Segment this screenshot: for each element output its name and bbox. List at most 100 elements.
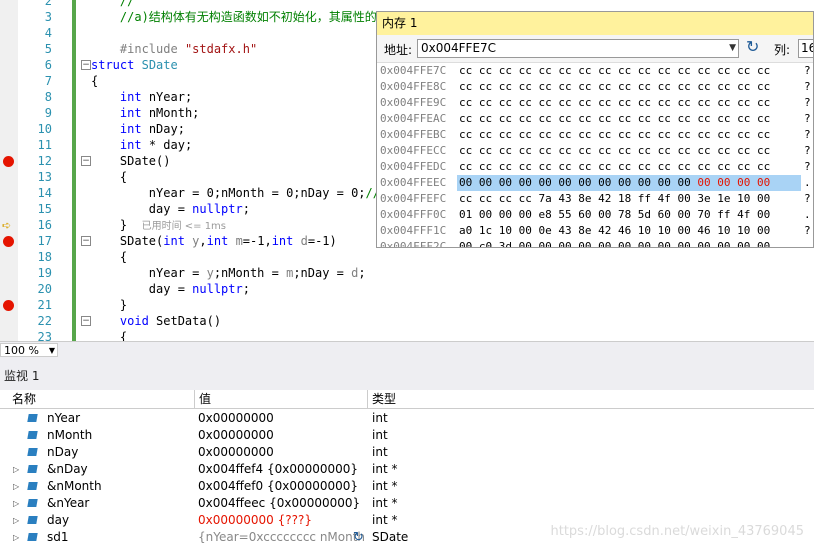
memory-row[interactable]: 0x004FFEEC 00 00 00 00 00 00 00 00 00 00 … <box>377 175 813 191</box>
memory-row[interactable]: 0x004FFE7C cc cc cc cc cc cc cc cc cc cc … <box>377 63 813 79</box>
code-text[interactable]: struct SDate <box>91 57 178 73</box>
watch-window: 监视 1 名称 值 类型 nYear 0x00000000 int nMonth 0x0… <box>0 357 814 549</box>
code-text[interactable]: { <box>91 169 127 185</box>
breakpoint-icon[interactable] <box>3 236 14 247</box>
memory-ascii: ? <box>804 80 811 93</box>
current-statement-arrow-icon[interactable]: ➪ <box>2 220 11 231</box>
expand-icon[interactable]: ▷ <box>13 478 19 495</box>
watch-name[interactable]: nMonth <box>47 427 92 444</box>
collapse-icon[interactable]: − <box>81 156 91 166</box>
memory-row[interactable]: 0x004FFF1C a0 1c 10 00 0e 43 8e 42 46 10 … <box>377 223 813 239</box>
memory-bytes[interactable]: cc cc cc cc cc cc cc cc cc cc cc cc cc c… <box>459 95 770 111</box>
code-line[interactable]: 20 day = nullptr; <box>0 281 814 297</box>
memory-bytes[interactable]: cc cc cc cc cc cc cc cc cc cc cc cc cc c… <box>459 63 770 79</box>
memory-bytes[interactable]: 01 00 00 00 e8 55 60 00 78 5d 60 00 70 f… <box>459 207 770 223</box>
watch-name[interactable]: &nYear <box>47 495 89 512</box>
code-text[interactable]: int * day; <box>91 137 192 153</box>
code-text[interactable]: { <box>91 73 98 89</box>
watch-value[interactable]: 0x00000000 {???} <box>198 512 366 529</box>
refresh-icon[interactable]: ↻ <box>353 529 364 546</box>
code-text[interactable]: } <box>91 297 127 313</box>
memory-bytes[interactable]: cc cc cc cc cc cc cc cc cc cc cc cc cc c… <box>459 159 770 175</box>
memory-row[interactable]: 0x004FFF2C 00 c0 3d 00 00 00 00 00 00 00 … <box>377 239 813 247</box>
code-text[interactable]: SDate() <box>91 153 171 169</box>
watch-value[interactable]: 0x00000000 <box>198 427 366 444</box>
refresh-icon[interactable]: ↻ <box>746 39 759 55</box>
code-text[interactable]: void SetData() <box>91 313 221 329</box>
memory-row[interactable]: 0x004FFEFC cc cc cc cc 7a 43 8e 42 18 ff … <box>377 191 813 207</box>
code-text[interactable]: int nMonth; <box>91 105 199 121</box>
collapse-icon[interactable]: − <box>81 236 91 246</box>
watch-name[interactable]: sd1 <box>47 529 69 546</box>
breakpoint-icon[interactable] <box>3 156 14 167</box>
watch-name[interactable]: nYear <box>47 410 80 427</box>
memory-bytes[interactable]: cc cc cc cc cc cc cc cc cc cc cc cc cc c… <box>459 111 770 127</box>
watch-row[interactable]: nMonth 0x00000000 int <box>0 427 814 444</box>
watch-row[interactable]: nYear 0x00000000 int <box>0 410 814 427</box>
line-number: 11 <box>37 138 52 152</box>
watch-name[interactable]: nDay <box>47 444 78 461</box>
collapse-icon[interactable]: − <box>81 60 91 70</box>
code-text[interactable]: // <box>91 0 134 9</box>
expand-icon[interactable]: ▷ <box>13 461 19 478</box>
chevron-down-icon[interactable]: ▼ <box>729 40 736 57</box>
watch-value[interactable]: 0x004ffeec {0x00000000} <box>198 495 366 512</box>
column-header-name[interactable]: 名称 <box>0 390 195 408</box>
breakpoint-icon[interactable] <box>3 300 14 311</box>
code-text[interactable]: nYear = 0;nMonth = 0;nDay = 0;// <box>91 185 380 201</box>
memory-window-title[interactable]: 内存 1 <box>377 12 813 35</box>
code-line[interactable]: 22 − void SetData() <box>0 313 814 329</box>
address-input[interactable]: 0x004FFE7C ▼ <box>417 39 739 58</box>
memory-row[interactable]: 0x004FFEDC cc cc cc cc cc cc cc cc cc cc … <box>377 159 813 175</box>
watch-name[interactable]: day <box>47 512 69 529</box>
watch-value[interactable]: 0x004ffef4 {0x00000000} <box>198 461 366 478</box>
columns-input[interactable]: 16 <box>798 39 813 58</box>
code-line[interactable]: 18 { <box>0 249 814 265</box>
code-line[interactable]: 23 { <box>0 329 814 341</box>
watch-name[interactable]: &nDay <box>47 461 88 478</box>
code-text[interactable]: SDate(int y,int m=-1,int d=-1) <box>91 233 337 249</box>
watch-row[interactable]: nDay 0x00000000 int <box>0 444 814 461</box>
code-text[interactable]: day = nullptr; <box>91 201 250 217</box>
memory-row[interactable]: 0x004FFECC cc cc cc cc cc cc cc cc cc cc … <box>377 143 813 159</box>
code-text[interactable]: int nYear; <box>91 89 192 105</box>
collapse-icon[interactable]: − <box>81 316 91 326</box>
memory-bytes[interactable]: 00 00 00 00 00 00 00 00 00 00 00 00 00 0… <box>459 175 770 191</box>
memory-bytes[interactable]: a0 1c 10 00 0e 43 8e 42 46 10 10 00 46 1… <box>459 223 770 239</box>
watch-name[interactable]: &nMonth <box>47 478 102 495</box>
memory-row[interactable]: 0x004FFEAC cc cc cc cc cc cc cc cc cc cc … <box>377 111 813 127</box>
watch-value[interactable]: 0x00000000 <box>198 444 366 461</box>
code-text[interactable]: day = nullptr; <box>91 281 250 297</box>
column-header-type[interactable]: 类型 <box>368 390 814 408</box>
column-header-value[interactable]: 值 <box>195 390 368 408</box>
memory-row[interactable]: 0x004FFE8C cc cc cc cc cc cc cc cc cc cc … <box>377 79 813 95</box>
code-text[interactable]: int nDay; <box>91 121 185 137</box>
code-text[interactable]: nYear = y;nMonth = m;nDay = d; <box>91 265 366 281</box>
zoom-dropdown[interactable]: 100 % ▼ <box>0 343 58 357</box>
code-line[interactable]: 21 } <box>0 297 814 313</box>
code-text[interactable]: #include "stdafx.h" <box>91 41 257 57</box>
watch-value[interactable]: 0x004ffef0 {0x00000000} <box>198 478 366 495</box>
watch-value[interactable]: 0x00000000 <box>198 410 366 427</box>
watch-row[interactable]: ▷ &nMonth 0x004ffef0 {0x00000000} int * <box>0 478 814 495</box>
watch-value[interactable]: {nYear=0xcccccccc nMonth= <box>198 529 366 546</box>
chevron-down-icon: ▼ <box>48 346 55 355</box>
memory-row[interactable]: 0x004FFEBC cc cc cc cc cc cc cc cc cc cc … <box>377 127 813 143</box>
watch-row[interactable]: ▷ &nYear 0x004ffeec {0x00000000} int * <box>0 495 814 512</box>
expand-icon[interactable]: ▷ <box>13 512 19 529</box>
memory-row[interactable]: 0x004FFF0C 01 00 00 00 e8 55 60 00 78 5d … <box>377 207 813 223</box>
watch-row[interactable]: ▷ &nDay 0x004ffef4 {0x00000000} int * <box>0 461 814 478</box>
memory-bytes[interactable]: cc cc cc cc cc cc cc cc cc cc cc cc cc c… <box>459 143 770 159</box>
code-text[interactable]: { <box>91 329 127 341</box>
memory-bytes[interactable]: 00 c0 3d 00 00 00 00 00 00 00 00 00 00 0… <box>459 239 770 247</box>
code-line[interactable]: 2 // <box>0 0 814 9</box>
expand-icon[interactable]: ▷ <box>13 495 19 512</box>
code-line[interactable]: 19 nYear = y;nMonth = m;nDay = d; <box>0 265 814 281</box>
expand-icon[interactable]: ▷ <box>13 529 19 546</box>
memory-row[interactable]: 0x004FFE9C cc cc cc cc cc cc cc cc cc cc … <box>377 95 813 111</box>
memory-bytes[interactable]: cc cc cc cc cc cc cc cc cc cc cc cc cc c… <box>459 79 770 95</box>
code-text[interactable]: //a)结构体有无构造函数如不初始化，其属性的 <box>91 9 377 25</box>
memory-bytes[interactable]: cc cc cc cc 7a 43 8e 42 18 ff 4f 00 3e 1… <box>459 191 770 207</box>
code-text[interactable]: { <box>91 249 127 265</box>
memory-bytes[interactable]: cc cc cc cc cc cc cc cc cc cc cc cc cc c… <box>459 127 770 143</box>
